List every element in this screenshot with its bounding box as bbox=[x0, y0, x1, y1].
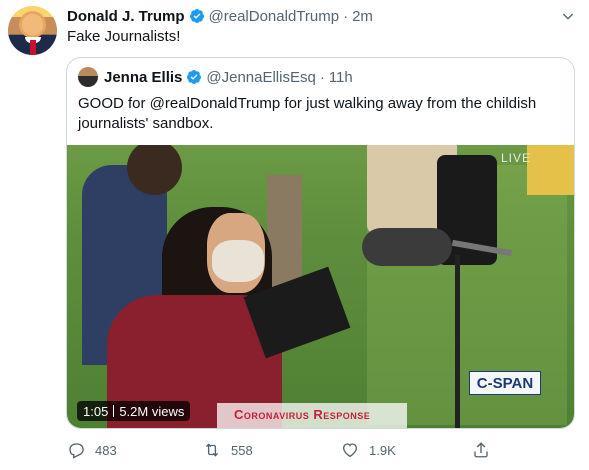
quoted-tweet-time: 11h bbox=[328, 68, 353, 86]
quoted-author-name: Jenna Ellis bbox=[104, 68, 183, 86]
video-duration: 1:05 bbox=[83, 403, 109, 419]
heart-icon bbox=[342, 443, 358, 458]
separator: · bbox=[319, 68, 325, 86]
action-bar: 483 558 1.9K bbox=[67, 441, 492, 461]
video-player[interactable]: LIVE C-SPAN Coronavirus Response 1:05 5.… bbox=[67, 145, 574, 428]
like-count: 1.9K bbox=[369, 442, 396, 458]
share-button[interactable] bbox=[472, 441, 500, 459]
tweet-time[interactable]: 2m bbox=[352, 8, 373, 25]
live-label: LIVE bbox=[501, 151, 532, 165]
share-icon bbox=[474, 442, 488, 458]
tweet-text: Fake Journalists! bbox=[67, 28, 181, 45]
video-banner: Coronavirus Response bbox=[234, 407, 371, 422]
reply-count: 483 bbox=[95, 442, 117, 458]
reply-button[interactable]: 483 bbox=[67, 441, 117, 459]
quoted-tweet-header: Jenna Ellis @JennaEllisEsq · 11h bbox=[78, 67, 353, 87]
author-handle[interactable]: @realDonaldTrump bbox=[209, 8, 340, 25]
quoted-tweet[interactable]: Jenna Ellis @JennaEllisEsq · 11h GOOD fo… bbox=[66, 57, 575, 429]
retweet-count: 558 bbox=[231, 442, 253, 458]
tweet-header: Donald J. Trump @realDonaldTrump · 2m bbox=[67, 6, 373, 26]
quoted-author-handle: @JennaEllisEsq bbox=[206, 68, 316, 86]
chevron-down-icon[interactable] bbox=[560, 8, 576, 24]
separator: · bbox=[343, 7, 349, 25]
author-name[interactable]: Donald J. Trump bbox=[67, 8, 185, 25]
quoted-tweet-text: GOOD for @realDonaldTrump for just walki… bbox=[78, 95, 537, 132]
reply-icon bbox=[69, 443, 84, 459]
retweet-icon bbox=[205, 443, 219, 457]
network-logo: C-SPAN bbox=[469, 371, 541, 395]
video-views: 5.2M views bbox=[119, 403, 185, 419]
retweet-button[interactable]: 558 bbox=[203, 441, 253, 459]
verified-badge-icon bbox=[187, 70, 202, 84]
video-duration-badge: 1:05 5.2M views bbox=[77, 401, 191, 421]
quoted-avatar bbox=[78, 67, 98, 87]
verified-badge-icon bbox=[189, 9, 204, 23]
like-button[interactable]: 1.9K bbox=[341, 441, 396, 459]
avatar[interactable] bbox=[8, 6, 57, 55]
